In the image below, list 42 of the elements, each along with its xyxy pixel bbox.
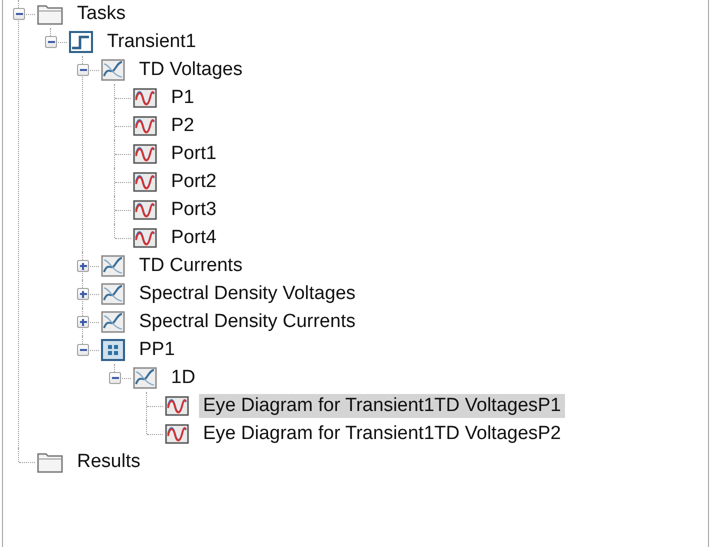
tree-item[interactable]: Tasks (73, 2, 130, 26)
step-icon (69, 31, 93, 53)
expand-toggle[interactable] (77, 316, 89, 328)
wave-icon (133, 200, 157, 220)
tree-item[interactable]: Port3 (167, 198, 220, 222)
chart-icon (101, 255, 125, 277)
tree-item[interactable]: P1 (167, 86, 198, 110)
tree-item[interactable]: Spectral Density Voltages (135, 282, 360, 306)
wave-icon (133, 88, 157, 108)
tree-item[interactable]: Spectral Density Currents (135, 310, 360, 334)
folder-icon (37, 3, 63, 25)
wave-icon (165, 396, 189, 416)
tree-item[interactable]: PP1 (135, 338, 179, 362)
tree-item[interactable]: Eye Diagram for Transient1TD VoltagesP2 (199, 422, 566, 446)
tree-item[interactable]: TD Voltages (135, 58, 246, 82)
chart-icon (133, 367, 157, 389)
tree-item[interactable]: Port4 (167, 226, 220, 250)
tree-item[interactable]: Port2 (167, 170, 220, 194)
tree-item[interactable]: P2 (167, 114, 198, 138)
expand-toggle[interactable] (77, 260, 89, 272)
chart-icon (101, 59, 125, 81)
tree-item[interactable]: Eye Diagram for Transient1TD VoltagesP1 (199, 394, 566, 418)
collapse-toggle[interactable] (45, 36, 57, 48)
tree-item[interactable]: Port1 (167, 142, 220, 166)
tree-item[interactable]: Transient1 (103, 30, 200, 54)
grid-icon (101, 339, 125, 361)
chart-icon (101, 311, 125, 333)
wave-icon (133, 144, 157, 164)
expand-toggle[interactable] (77, 288, 89, 300)
folder-icon (37, 451, 63, 473)
collapse-toggle[interactable] (77, 344, 89, 356)
chart-icon (101, 283, 125, 305)
tree-item[interactable]: 1D (167, 366, 200, 390)
collapse-toggle[interactable] (13, 8, 25, 20)
wave-icon (133, 116, 157, 136)
wave-icon (133, 228, 157, 248)
collapse-toggle[interactable] (109, 372, 121, 384)
wave-icon (165, 424, 189, 444)
collapse-toggle[interactable] (77, 64, 89, 76)
wave-icon (133, 172, 157, 192)
tree-item[interactable]: Results (73, 450, 144, 474)
tree-item[interactable]: TD Currents (135, 254, 246, 278)
